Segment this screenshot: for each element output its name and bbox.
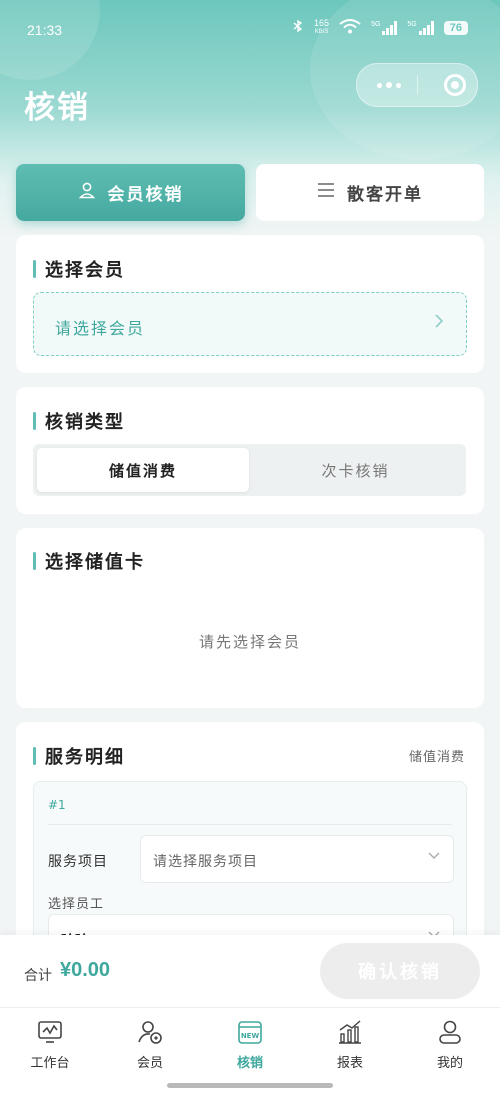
bottom-action-bar: 合计 ¥0.00 确认核销 xyxy=(0,935,500,1007)
bluetooth-icon xyxy=(292,19,304,36)
status-bar: 21:33 165 KB/S 5G 5G 76 xyxy=(0,0,500,62)
tab-profile[interactable]: 我的 xyxy=(400,1018,500,1071)
wifi-icon xyxy=(339,18,361,37)
service-select[interactable]: 请选择服务项目 xyxy=(140,835,454,883)
empty-hint: 请先选择会员 xyxy=(198,633,301,651)
item-number: #1 xyxy=(48,798,66,812)
tab-member-writeoff[interactable]: 会员核销 xyxy=(16,164,245,221)
status-time: 21:33 xyxy=(27,22,63,38)
service-label: 服务项目 xyxy=(48,854,108,870)
card-title: 服务明细 xyxy=(33,743,125,769)
detail-type-tag: 储值消费 xyxy=(408,750,465,765)
tab-label: 散客开单 xyxy=(347,185,423,205)
writeoff-type-segment: 储值消费 次卡核销 xyxy=(33,444,466,496)
cell-signal-2-icon: 5G xyxy=(407,20,434,35)
home-indicator xyxy=(167,1083,333,1088)
writeoff-type-card: 核销类型 储值消费 次卡核销 xyxy=(16,387,484,514)
service-placeholder: 请选择服务项目 xyxy=(153,854,258,870)
mode-tabs: 会员核销 散客开单 xyxy=(16,164,484,221)
chevron-right-icon xyxy=(434,313,444,334)
new-writeoff-icon: NEW xyxy=(236,1018,264,1046)
member-icon xyxy=(136,1018,164,1046)
card-title: 选择储值卡 xyxy=(33,548,145,574)
card-title: 选择会员 xyxy=(33,256,125,282)
close-target-icon[interactable] xyxy=(444,74,466,96)
member-picker[interactable]: 请选择会员 xyxy=(33,292,467,356)
total-label: 合计 xyxy=(24,968,52,984)
confirm-writeoff-button[interactable]: 确认核销 xyxy=(320,943,480,999)
select-member-card: 选择会员 请选择会员 xyxy=(16,235,484,373)
battery-icon: 76 xyxy=(443,20,468,35)
type-option-stored-value[interactable]: 储值消费 xyxy=(37,448,249,492)
profile-icon xyxy=(436,1018,464,1046)
person-icon xyxy=(78,181,96,204)
miniapp-capsule[interactable] xyxy=(356,63,478,107)
tab-walkin-order[interactable]: 散客开单 xyxy=(256,164,484,221)
tab-label: 会员 xyxy=(136,1056,163,1071)
staff-label: 选择员工 xyxy=(48,897,105,912)
type-option-times-card[interactable]: 次卡核销 xyxy=(249,448,462,492)
tab-label: 我的 xyxy=(436,1056,463,1071)
total-amount: ¥0.00 xyxy=(60,959,111,981)
status-icons: 165 KB/S 5G 5G 76 xyxy=(292,18,468,37)
stored-card-card: 选择储值卡 请先选择会员 xyxy=(16,528,484,708)
report-icon xyxy=(336,1018,364,1046)
page-title: 核销 xyxy=(24,90,90,126)
tab-label: 报表 xyxy=(336,1056,363,1071)
more-dots-icon[interactable] xyxy=(377,82,401,88)
cell-signal-icon: 5G xyxy=(371,20,398,35)
chevron-down-icon xyxy=(427,848,441,866)
member-picker-placeholder: 请选择会员 xyxy=(55,319,146,338)
card-title: 核销类型 xyxy=(33,408,125,434)
workbench-icon xyxy=(36,1018,64,1046)
net-speed: 165 KB/S xyxy=(314,17,330,35)
tab-writeoff[interactable]: NEW 核销 xyxy=(200,1018,300,1071)
tab-report[interactable]: 报表 xyxy=(300,1018,400,1071)
tab-label: 会员核销 xyxy=(107,185,184,205)
svg-text:NEW: NEW xyxy=(241,1032,260,1040)
tab-member[interactable]: 会员 xyxy=(100,1018,200,1071)
list-icon xyxy=(317,182,335,203)
tab-label: 核销 xyxy=(236,1056,263,1071)
tab-workbench[interactable]: 工作台 xyxy=(0,1018,100,1071)
tab-label: 工作台 xyxy=(30,1056,70,1071)
